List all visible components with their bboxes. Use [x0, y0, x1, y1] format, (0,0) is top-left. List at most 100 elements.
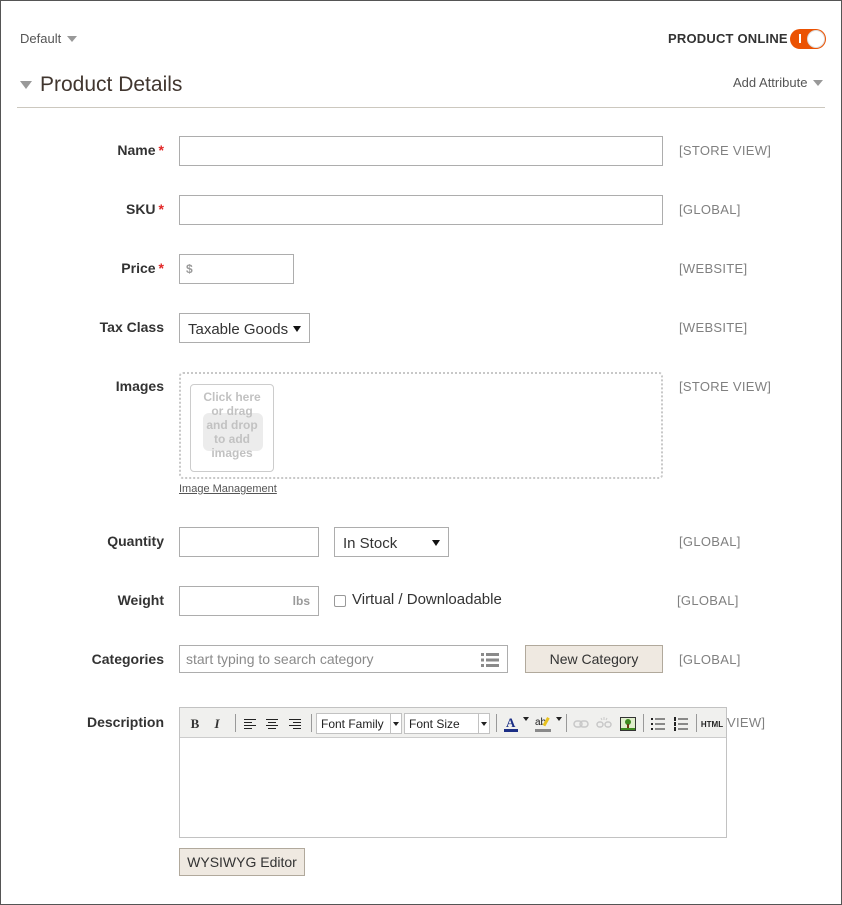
store-view-label: Default: [20, 31, 62, 46]
section-product-details-toggle[interactable]: Product Details: [20, 73, 182, 97]
toggle-on-icon: [799, 34, 801, 43]
dropdown-arrow-icon: [393, 722, 399, 726]
highlight-color-button[interactable]: ab: [532, 714, 554, 734]
toolbar-separator: [696, 714, 697, 732]
price-scope: [WEBSITE]: [679, 261, 748, 276]
product-online-label: PRODUCT ONLINE: [668, 31, 788, 46]
dropdown-arrow-icon: [481, 722, 487, 726]
list-icon[interactable]: [481, 653, 499, 667]
bullet-list-button[interactable]: [648, 714, 668, 734]
sku-input[interactable]: [179, 195, 663, 225]
insert-link-button[interactable]: [571, 714, 591, 734]
bullet-list-icon: [651, 718, 665, 730]
image-management-link[interactable]: Image Management: [179, 483, 277, 495]
align-right-icon: [289, 717, 301, 731]
description-scope: VIEW]: [727, 715, 766, 730]
text-color-icon: A: [504, 715, 518, 732]
editor-toolbar: B I Font Family Font Size A ab HTML: [180, 708, 726, 738]
images-label: Images: [115, 378, 164, 394]
chevron-down-icon: [67, 35, 78, 42]
tax-class-value: Taxable Goods: [188, 321, 289, 338]
image-icon: [620, 717, 636, 731]
numbered-list-button[interactable]: [671, 714, 691, 734]
align-center-icon: [266, 717, 278, 731]
svg-text:A: A: [506, 715, 516, 730]
toolbar-separator: [235, 714, 236, 732]
description-label: Description: [86, 714, 164, 730]
toggle-knob: [807, 30, 825, 48]
price-label: Price *: [121, 260, 164, 276]
required-mark: *: [158, 260, 164, 276]
quantity-scope: [GLOBAL]: [679, 534, 741, 549]
highlight-icon: ab: [535, 717, 551, 732]
tax-class-scope: [WEBSITE]: [679, 320, 748, 335]
align-left-button[interactable]: [240, 714, 260, 734]
numbered-list-icon: [674, 717, 688, 731]
font-size-select[interactable]: Font Size: [404, 713, 490, 734]
align-left-icon: [244, 717, 256, 731]
toolbar-separator: [643, 714, 644, 732]
dropdown-arrow-icon[interactable]: [556, 717, 562, 721]
font-family-value: Font Family: [321, 717, 384, 731]
weight-scope: [GLOBAL]: [677, 593, 739, 608]
align-center-button[interactable]: [262, 714, 282, 734]
select-divider: [390, 714, 391, 733]
image-upload-tile[interactable]: Click here or drag and drop to add image…: [190, 384, 274, 472]
font-family-select[interactable]: Font Family: [316, 713, 402, 734]
unlink-button[interactable]: [594, 714, 614, 734]
section-title: Product Details: [40, 73, 183, 96]
italic-button[interactable]: I: [207, 714, 227, 734]
chevron-down-icon: [813, 79, 824, 86]
section-divider: [17, 107, 825, 108]
virtual-downloadable-label: Virtual / Downloadable: [352, 591, 502, 608]
font-size-value: Font Size: [409, 717, 460, 731]
sku-scope: [GLOBAL]: [679, 202, 741, 217]
tax-class-label: Tax Class: [99, 319, 164, 335]
categories-placeholder: start typing to search category: [186, 651, 374, 667]
insert-image-button[interactable]: [618, 714, 638, 734]
stock-status-value: In Stock: [343, 535, 398, 552]
tax-class-select[interactable]: Taxable Goods: [179, 313, 310, 343]
description-editor[interactable]: B I Font Family Font Size A ab HTML: [179, 707, 727, 838]
quantity-label: Quantity: [107, 533, 164, 549]
image-upload-text: Click here or drag and drop to add image…: [203, 390, 261, 460]
categories-search-input[interactable]: start typing to search category: [179, 645, 508, 673]
currency-symbol: $: [186, 262, 193, 276]
price-input[interactable]: $: [179, 254, 294, 284]
stock-status-select[interactable]: In Stock: [334, 527, 449, 557]
categories-label: Categories: [91, 651, 164, 667]
new-category-button[interactable]: New Category: [525, 645, 663, 673]
product-online-toggle[interactable]: [790, 29, 826, 49]
dropdown-arrow-icon: [293, 326, 301, 332]
html-source-button[interactable]: HTML: [700, 714, 724, 734]
weight-label: Weight: [117, 592, 164, 608]
required-mark: *: [158, 142, 164, 158]
required-mark: *: [158, 201, 164, 217]
quantity-input[interactable]: [179, 527, 319, 557]
toolbar-separator: [311, 714, 312, 732]
categories-scope: [GLOBAL]: [679, 652, 741, 667]
wysiwyg-editor-button[interactable]: WYSIWYG Editor: [179, 848, 305, 876]
virtual-downloadable-checkbox[interactable]: [334, 595, 346, 607]
name-scope: [STORE VIEW]: [679, 143, 772, 158]
select-divider: [478, 714, 479, 733]
toolbar-separator: [496, 714, 497, 732]
images-scope: [STORE VIEW]: [679, 379, 772, 394]
bold-button[interactable]: B: [185, 714, 205, 734]
collapse-arrow-icon: [20, 81, 32, 89]
align-right-button[interactable]: [285, 714, 305, 734]
store-view-switcher[interactable]: Default: [20, 31, 78, 46]
add-attribute-button[interactable]: Add Attribute: [733, 75, 824, 90]
toolbar-separator: [566, 714, 567, 732]
add-attribute-label: Add Attribute: [733, 75, 808, 90]
weight-unit: lbs: [292, 594, 310, 608]
unlink-icon: [596, 717, 612, 728]
dropdown-arrow-icon: [432, 540, 440, 546]
name-label: Name *: [117, 142, 164, 158]
dropdown-arrow-icon[interactable]: [523, 717, 529, 721]
link-icon: [573, 720, 589, 728]
weight-input[interactable]: lbs: [179, 586, 319, 616]
text-color-button[interactable]: A: [501, 714, 521, 734]
sku-label: SKU *: [125, 201, 164, 217]
name-input[interactable]: [179, 136, 663, 166]
